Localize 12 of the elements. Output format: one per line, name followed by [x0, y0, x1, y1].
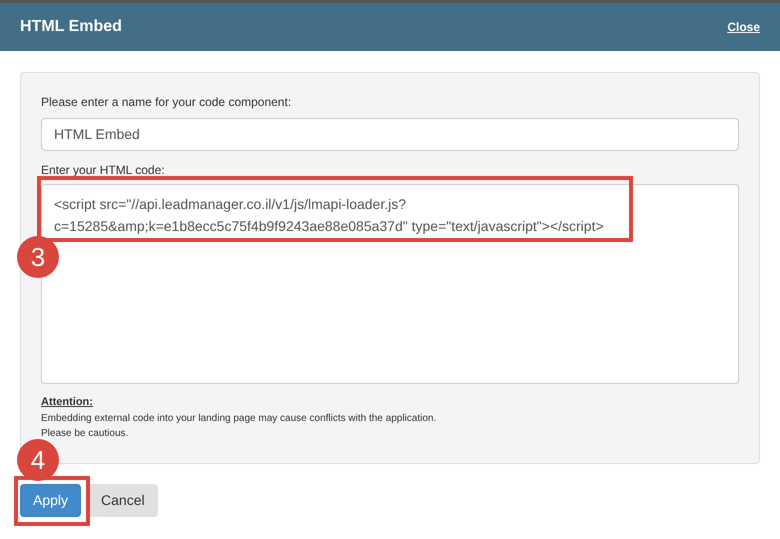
- name-field[interactable]: HTML Embed: [41, 118, 739, 151]
- field-label: Please enter a name for your code component:: [41, 94, 292, 111]
- attention-heading: Attention:: [41, 395, 93, 410]
- code-line: <script src="//api.leadmanager.co.il/v1/js/lmapi-loader.js?: [54, 195, 406, 214]
- dialog-title: HTML Embed: [20, 17, 122, 37]
- field-label: Enter your HTML code:: [41, 162, 166, 179]
- cancel-button[interactable]: Cancel: [88, 484, 158, 517]
- apply-button[interactable]: Apply: [20, 484, 82, 517]
- close-link[interactable]: Close: [727, 18, 760, 36]
- attention-text: Please be cautious.: [41, 426, 128, 440]
- attention-text: Embedding external code into your landing page may cause conflicts with the application.: [41, 412, 436, 426]
- code-line: c=15285&amp;k=e1b8ecc5c75f4b9f9243ae88e085a37d" type="text/javascript"></script>: [54, 217, 604, 236]
